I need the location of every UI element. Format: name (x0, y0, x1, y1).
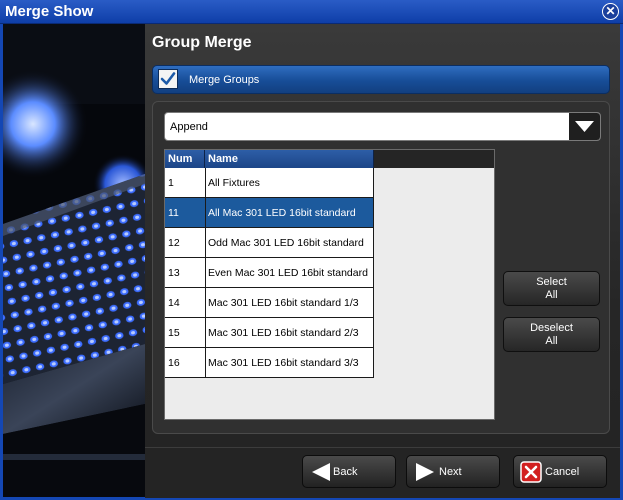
table-header: Num Name (165, 150, 494, 168)
row-name: All Fixtures (208, 177, 260, 189)
row-num: 12 (168, 237, 180, 249)
merge-groups-checkbox[interactable] (158, 69, 178, 89)
page-title: Group Merge (152, 34, 252, 51)
row-num: 1 (168, 177, 174, 189)
table-row[interactable]: 11 All Mac 301 LED 16bit standard (165, 198, 374, 228)
row-name: Mac 301 LED 16bit standard 1/3 (208, 297, 359, 309)
group-table: Num Name 1 All Fixtures 11 All Mac 301 L… (164, 149, 495, 420)
deselect-all-line1: Deselect (530, 322, 573, 334)
deselect-all-line2: All (545, 335, 558, 347)
select-all-line1: Select (536, 276, 567, 288)
table-row[interactable]: 16 Mac 301 LED 16bit standard 3/3 (165, 348, 374, 378)
row-name: All Mac 301 LED 16bit standard (208, 207, 356, 219)
back-button[interactable]: Back (302, 455, 396, 488)
row-name: Mac 301 LED 16bit standard 3/3 (208, 357, 359, 369)
merge-groups-label: Merge Groups (189, 74, 260, 86)
row-num: 15 (168, 327, 180, 339)
arrow-right-icon (413, 461, 437, 486)
close-icon[interactable]: ✕ (602, 3, 619, 20)
title-bar: Merge Show ✕ (0, 0, 623, 24)
merge-groups-toggle[interactable]: Merge Groups (152, 65, 610, 94)
cancel-button[interactable]: Cancel (513, 455, 607, 488)
triangle-down-icon[interactable] (569, 113, 600, 140)
column-header-name[interactable]: Name (205, 150, 374, 168)
back-label: Back (333, 466, 358, 478)
deselect-all-button[interactable]: Deselect All (503, 317, 600, 352)
row-name: Mac 301 LED 16bit standard 2/3 (208, 327, 359, 339)
merge-mode-value: Append (170, 121, 208, 133)
column-header-num[interactable]: Num (165, 150, 205, 168)
merge-panel: Append Num Name 1 All Fixtures 11 All Ma… (152, 101, 610, 434)
table-row[interactable]: 13 Even Mac 301 LED 16bit standard (165, 258, 374, 288)
table-row[interactable]: 15 Mac 301 LED 16bit standard 2/3 (165, 318, 374, 348)
row-name: Even Mac 301 LED 16bit standard (208, 267, 368, 279)
row-name: Odd Mac 301 LED 16bit standard (208, 237, 364, 249)
row-num: 14 (168, 297, 180, 309)
row-num: 16 (168, 357, 180, 369)
red-x-icon (520, 461, 542, 486)
window-title: Merge Show (5, 3, 94, 20)
next-button[interactable]: Next (406, 455, 500, 488)
merge-mode-dropdown[interactable]: Append (164, 112, 601, 141)
checkmark-icon (160, 72, 176, 85)
table-row[interactable]: 12 Odd Mac 301 LED 16bit standard (165, 228, 374, 258)
table-row[interactable]: 1 All Fixtures (165, 168, 374, 198)
select-all-line2: All (545, 289, 558, 301)
content-area: Group Merge Merge Groups Append Num Name (145, 24, 620, 498)
navigation-bar: Back Next Cancel (145, 447, 620, 498)
row-num: 13 (168, 267, 180, 279)
cancel-label: Cancel (545, 466, 580, 478)
arrow-left-icon (309, 461, 333, 486)
select-all-button[interactable]: Select All (503, 271, 600, 306)
next-label: Next (439, 466, 462, 478)
decorative-photo (3, 24, 145, 497)
row-num: 11 (168, 207, 179, 219)
table-row[interactable]: 14 Mac 301 LED 16bit standard 1/3 (165, 288, 374, 318)
